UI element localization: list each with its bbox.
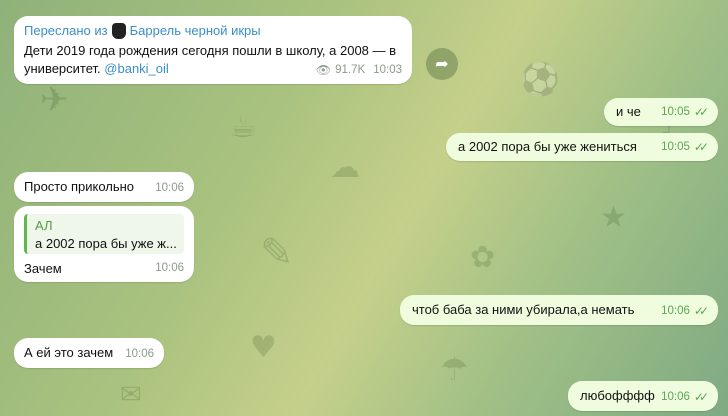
message-meta: 10:06 ✓✓ bbox=[661, 302, 709, 320]
double-check-icon: ✓✓ bbox=[693, 304, 709, 318]
message-meta: 10:05 ✓✓ bbox=[661, 103, 709, 121]
background-doodle-icon: ★ bbox=[600, 200, 627, 235]
outgoing-message[interactable]: и че 10:05 ✓✓ bbox=[604, 98, 718, 126]
message-text: А ей это зачем bbox=[24, 345, 114, 360]
double-check-icon: ✓✓ bbox=[693, 105, 709, 119]
message-meta: 10:05 ✓✓ bbox=[661, 138, 709, 156]
background-doodle-icon: ⚽ bbox=[520, 60, 560, 98]
message-time: 10:05 bbox=[661, 106, 690, 118]
message-text: любофффф bbox=[580, 388, 655, 403]
eye-icon: 👁 bbox=[315, 63, 332, 77]
forward-header[interactable]: Переслано из Баррель черной икры bbox=[24, 22, 261, 40]
background-doodle-icon: ✿ bbox=[470, 240, 496, 275]
outgoing-message[interactable]: любофффф 10:06 ✓✓ bbox=[568, 381, 718, 411]
reply-text: а 2002 пора бы уже ж... bbox=[35, 236, 177, 251]
reply-preview[interactable]: АЛ а 2002 пора бы уже ж... bbox=[24, 214, 184, 254]
share-icon: ➦ bbox=[435, 56, 449, 73]
message-time: 10:06 bbox=[155, 182, 184, 194]
channel-link[interactable]: @banki_oil bbox=[104, 61, 169, 76]
outgoing-message[interactable]: чтоб баба за ними убирала,а немать 10:06… bbox=[400, 295, 718, 325]
message-time: 10:03 bbox=[373, 64, 402, 76]
channel-name[interactable]: Баррель черной икры bbox=[130, 22, 261, 40]
message-text: чтоб баба за ними убирала,а немать bbox=[412, 302, 635, 317]
background-doodle-icon: ✈ bbox=[40, 80, 69, 120]
message-text: Просто прикольно bbox=[24, 179, 135, 194]
background-doodle-icon: ☂ bbox=[440, 350, 469, 388]
double-check-icon: ✓✓ bbox=[693, 140, 709, 154]
message-time: 10:05 bbox=[661, 141, 690, 153]
reply-author: АЛ bbox=[35, 218, 53, 233]
channel-avatar-icon bbox=[111, 23, 126, 39]
message-time: 10:06 bbox=[661, 305, 690, 317]
message-meta: 10:06 bbox=[125, 345, 154, 363]
message-text: и че bbox=[616, 104, 641, 119]
view-count: 91.7K bbox=[335, 64, 366, 76]
forward-prefix: Переслано из bbox=[24, 23, 108, 38]
forwarded-message[interactable]: Переслано из Баррель черной икры Дети 20… bbox=[14, 16, 412, 84]
message-text: Зачем bbox=[24, 261, 62, 276]
message-meta: 10:06 ✓✓ bbox=[661, 388, 709, 406]
message-time: 10:06 bbox=[155, 262, 184, 274]
incoming-reply-message[interactable]: АЛ а 2002 пора бы уже ж... Зачем 10:06 bbox=[14, 206, 194, 282]
message-time: 10:06 bbox=[661, 391, 690, 403]
message-meta: 10:06 bbox=[155, 179, 184, 197]
incoming-message[interactable]: А ей это зачем 10:06 bbox=[14, 338, 164, 368]
background-doodle-icon: ♥ bbox=[250, 330, 277, 365]
message-meta: 10:06 bbox=[155, 259, 184, 277]
incoming-message[interactable]: Просто прикольно 10:06 bbox=[14, 172, 194, 202]
message-time: 10:06 bbox=[125, 348, 154, 360]
background-doodle-icon: ✎ bbox=[260, 230, 294, 276]
background-doodle-icon: ☕ bbox=[230, 110, 257, 145]
double-check-icon: ✓✓ bbox=[693, 390, 709, 404]
background-doodle-icon: ✉ bbox=[120, 380, 142, 410]
message-text: а 2002 пора бы уже жениться bbox=[458, 139, 637, 154]
background-doodle-icon: ☁ bbox=[330, 150, 360, 185]
outgoing-message[interactable]: а 2002 пора бы уже жениться 10:05 ✓✓ bbox=[446, 133, 718, 161]
message-meta: 👁 91.7K 10:03 bbox=[316, 61, 402, 79]
share-button[interactable]: ➦ bbox=[426, 48, 458, 80]
